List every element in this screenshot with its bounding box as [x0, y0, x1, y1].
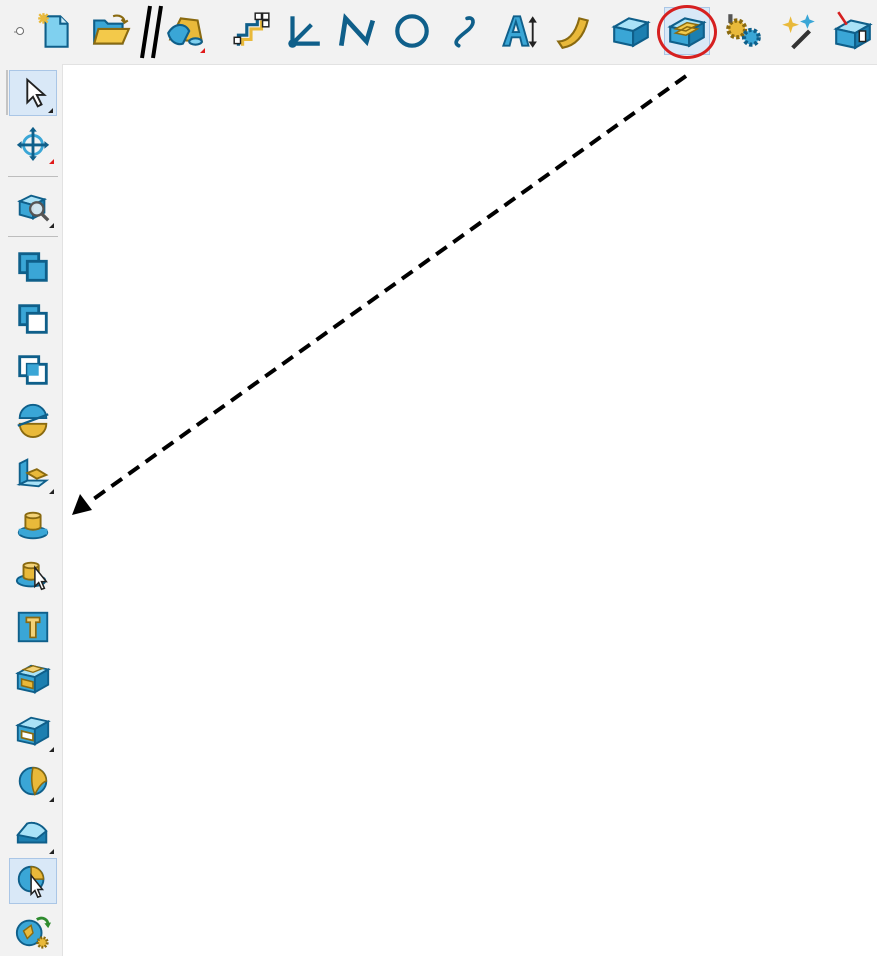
cad-import-icon — [167, 17, 204, 46]
sketch-profile-icon — [233, 12, 270, 46]
select-feature-icon — [17, 865, 45, 899]
boss-feature-icon — [17, 511, 49, 540]
feature-block-icon — [667, 17, 707, 48]
boss-select-icon — [15, 561, 48, 591]
dropdown-indicator[interactable] — [49, 223, 54, 228]
boolean-subtract-icon — [18, 304, 48, 334]
toolbar-separator — [8, 236, 58, 237]
select-button[interactable] — [9, 70, 57, 116]
toolbar-grip-handle[interactable] — [16, 27, 24, 35]
hole-feature-button[interactable] — [9, 604, 57, 650]
dropdown-indicator[interactable] — [49, 849, 54, 854]
transform-button[interactable] — [9, 120, 57, 166]
polyline-button[interactable] — [333, 7, 379, 55]
sketch-profile-button[interactable] — [228, 7, 274, 55]
pocket-feature-button[interactable] — [9, 656, 57, 702]
split-solid-icon — [17, 403, 49, 439]
magic-wand-icon — [782, 14, 815, 50]
extrude-solid-button[interactable] — [9, 450, 57, 496]
boolean-intersect-icon — [18, 355, 48, 385]
new-file-icon — [38, 13, 69, 48]
top-toolbar — [0, 0, 877, 65]
usb-export-button[interactable] — [830, 7, 876, 55]
dropdown-indicator[interactable] — [49, 489, 54, 494]
solid-block-icon — [611, 17, 651, 48]
boolean-union-icon — [18, 252, 48, 282]
guide-arrow — [72, 74, 688, 515]
extrude-solid-icon — [16, 458, 50, 488]
pocket-feature-icon — [15, 664, 51, 694]
gear-tools-button[interactable] — [720, 7, 766, 55]
zoom-view-button[interactable] — [9, 184, 57, 230]
split-solid-button[interactable] — [9, 397, 57, 443]
replay-feature-icon — [15, 916, 52, 949]
dropdown-indicator[interactable] — [200, 48, 205, 53]
replay-feature-button[interactable] — [9, 908, 57, 954]
gear-tools-icon — [726, 14, 761, 47]
boss-feature-button[interactable] — [9, 502, 57, 548]
usb-export-icon — [833, 11, 873, 50]
left-toolbar — [0, 64, 63, 956]
spline-button[interactable] — [442, 7, 488, 55]
boss-select-button[interactable] — [9, 552, 57, 598]
circle-icon — [395, 14, 429, 48]
dropdown-indicator[interactable] — [48, 108, 53, 113]
slot-feature-button[interactable] — [9, 708, 57, 754]
select-feature-button[interactable] — [9, 858, 57, 904]
solid-block-button[interactable] — [608, 7, 654, 55]
select-arrow-icon — [26, 77, 47, 108]
text-button[interactable] — [495, 7, 541, 55]
dropdown-indicator[interactable] — [49, 159, 54, 164]
dropdown-indicator[interactable] — [49, 747, 54, 752]
chamfer-fillet-icon — [16, 821, 48, 844]
open-folder-icon — [92, 14, 131, 45]
boolean-union-button[interactable] — [9, 244, 57, 290]
surface-patch-icon — [556, 17, 589, 49]
slot-feature-icon — [15, 716, 51, 746]
coordinate-axes-icon — [288, 16, 320, 48]
zoom-view-icon — [17, 194, 50, 222]
cad-import-button[interactable] — [162, 7, 208, 55]
blend-sphere-button[interactable] — [9, 758, 57, 804]
dropdown-indicator[interactable] — [49, 797, 54, 802]
hole-feature-icon — [17, 611, 49, 643]
circle-button[interactable] — [389, 7, 435, 55]
magic-wand-button[interactable] — [776, 7, 822, 55]
chamfer-fillet-button[interactable] — [9, 810, 57, 856]
spline-curve-icon — [454, 16, 475, 48]
boolean-subtract-button[interactable] — [9, 296, 57, 342]
surface-patch-button[interactable] — [550, 7, 596, 55]
toolbar-separator — [8, 176, 58, 177]
new-file-button[interactable] — [32, 7, 78, 55]
coordinate-axes-button[interactable] — [280, 7, 326, 55]
boolean-intersect-button[interactable] — [9, 347, 57, 393]
blend-sphere-icon — [18, 766, 48, 797]
polyline-icon — [338, 13, 376, 47]
transform-move-icon — [16, 126, 50, 162]
text-letter-a-icon — [501, 15, 537, 48]
toolbar-grip[interactable] — [6, 70, 8, 115]
feature-block-button[interactable] — [664, 7, 710, 55]
